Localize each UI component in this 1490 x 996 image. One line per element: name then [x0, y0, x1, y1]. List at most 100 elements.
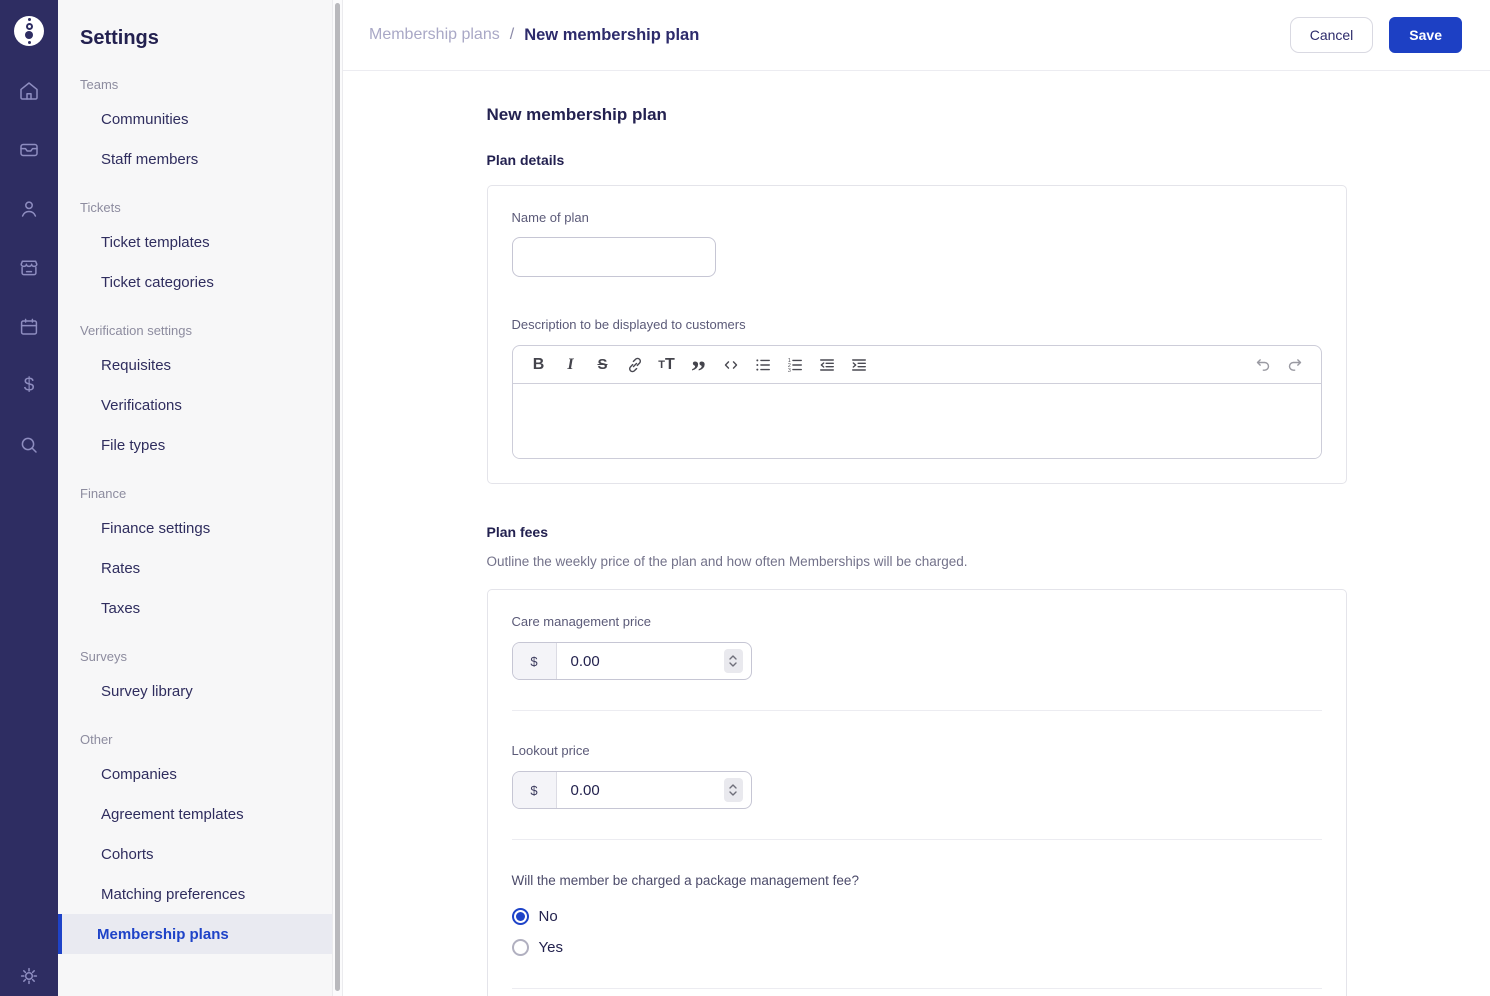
app-logo[interactable] [14, 16, 44, 46]
indent-icon [851, 358, 866, 371]
strikethrough-icon: S [597, 356, 608, 373]
svg-text:3: 3 [787, 368, 790, 374]
ordered-list-icon: 1 2 3 [787, 358, 802, 374]
cancel-button[interactable]: Cancel [1289, 17, 1374, 53]
sidebar-item-companies[interactable]: Companies [58, 754, 332, 794]
divider [511, 839, 1322, 840]
radio-selected-icon[interactable] [511, 908, 529, 925]
package-fee-option-no[interactable]: No [511, 908, 1322, 925]
finance-nav-button[interactable]: $ [17, 374, 41, 398]
name-of-plan-label: Name of plan [511, 210, 589, 225]
main-panel: Membership plans / New membership plan C… [343, 0, 1490, 996]
sidebar-item-cohorts[interactable]: Cohorts [58, 834, 332, 874]
care-management-price-label: Care management price [511, 614, 651, 629]
sidebar-item-requisites[interactable]: Requisites [58, 345, 332, 385]
strikethrough-button[interactable]: S [587, 351, 619, 379]
undo-icon [1256, 358, 1269, 371]
lookout-price-label: Lookout price [511, 743, 590, 758]
sidebar-scrollbar-thumb[interactable] [335, 3, 340, 991]
bullet-list-button[interactable] [747, 351, 779, 379]
home-nav-button[interactable] [17, 79, 41, 103]
link-button[interactable] [619, 351, 651, 379]
home-icon [20, 82, 38, 100]
logo-dot [27, 18, 31, 22]
inbox-icon [20, 143, 38, 157]
blockquote-button[interactable]: ” [683, 351, 715, 388]
description-input-area[interactable] [512, 384, 1321, 458]
search-icon [21, 437, 37, 453]
care-management-price-input[interactable] [556, 652, 724, 670]
chevron-down-icon [729, 662, 737, 667]
sidebar-item-verifications[interactable]: Verifications [58, 385, 332, 425]
chevron-down-icon [729, 791, 737, 796]
redo-icon [1288, 358, 1301, 371]
lookout-price-stepper[interactable] [723, 778, 743, 802]
logo-dot [25, 31, 33, 40]
divider [511, 710, 1322, 711]
radio-label-yes: Yes [538, 939, 563, 956]
text-size-button[interactable]: TT [651, 351, 683, 379]
care-price-stepper[interactable] [723, 649, 743, 673]
currency-symbol: $ [512, 643, 557, 679]
editor-toolbar: B I S TT ” 1 2 3 [512, 346, 1321, 388]
sidebar-item-ticket-templates[interactable]: Ticket templates [58, 222, 332, 262]
package-fee-option-yes[interactable]: Yes [511, 939, 1322, 956]
name-of-plan-input[interactable] [511, 237, 716, 277]
sidebar-item-ticket-categories[interactable]: Ticket categories [58, 262, 332, 302]
search-nav-button[interactable] [17, 433, 41, 457]
sidebar-item-communities[interactable]: Communities [58, 99, 332, 139]
outdent-button[interactable] [811, 351, 843, 379]
blockquote-icon: ” [691, 354, 706, 388]
page-header: Membership plans / New membership plan C… [343, 0, 1490, 71]
sidebar-item-matching-preferences[interactable]: Matching preferences [58, 874, 332, 914]
chevron-up-icon [729, 784, 737, 789]
code-button[interactable] [715, 351, 747, 379]
undo-button[interactable] [1247, 351, 1279, 379]
indent-button[interactable] [843, 351, 875, 379]
settings-nav-button[interactable] [17, 964, 41, 988]
description-label: Description to be displayed to customers [511, 317, 746, 332]
radio-label-no: No [538, 908, 558, 925]
italic-icon: I [567, 355, 574, 373]
page-content: New membership plan Plan details Name of… [343, 72, 1490, 996]
ordered-list-button[interactable]: 1 2 3 [779, 351, 811, 379]
dollar-icon: $ [23, 375, 35, 396]
plan-details-card: Name of plan Description to be displayed… [486, 185, 1347, 484]
bold-button[interactable]: B [523, 351, 555, 379]
outdent-icon [819, 358, 834, 371]
store-icon [20, 260, 38, 276]
breadcrumb-parent-link[interactable]: Membership plans [369, 26, 500, 44]
inbox-nav-button[interactable] [17, 138, 41, 162]
person-icon [21, 201, 37, 217]
lookout-price-field: $ [511, 771, 752, 809]
code-icon [724, 360, 737, 369]
radio-unselected-icon[interactable] [511, 939, 529, 956]
header-actions: Cancel Save [1289, 17, 1462, 53]
sidebar-item-taxes[interactable]: Taxes [58, 588, 332, 628]
sidebar-item-agreement-templates[interactable]: Agreement templates [58, 794, 332, 834]
description-rich-text-editor: B I S TT ” 1 2 3 [511, 345, 1322, 459]
currency-symbol: $ [512, 772, 557, 808]
sidebar-item-membership-plans[interactable]: Membership plans [58, 914, 332, 954]
logo-ring [25, 22, 33, 30]
redo-button[interactable] [1279, 351, 1311, 379]
store-nav-button[interactable] [17, 256, 41, 280]
lookout-price-input[interactable] [556, 781, 724, 799]
italic-button[interactable]: I [555, 351, 587, 379]
plan-fees-card: Care management price $ Lookout price $ [486, 589, 1347, 996]
nav-rail: $ [0, 0, 58, 996]
save-button[interactable]: Save [1389, 17, 1462, 53]
sidebar-item-staff-members[interactable]: Staff members [58, 139, 332, 179]
calendar-icon [20, 318, 38, 335]
section-label-other: Other [80, 732, 113, 747]
sidebar-item-survey-library[interactable]: Survey library [58, 671, 332, 711]
sidebar-item-finance-settings[interactable]: Finance settings [58, 508, 332, 548]
section-label-tickets: Tickets [80, 200, 121, 215]
text-size-icon: T [658, 358, 665, 371]
people-nav-button[interactable] [17, 197, 41, 221]
calendar-nav-button[interactable] [17, 315, 41, 339]
sidebar-scrollbar[interactable] [332, 0, 343, 996]
sidebar-item-file-types[interactable]: File types [58, 425, 332, 465]
sidebar-title: Settings [80, 27, 159, 49]
sidebar-item-rates[interactable]: Rates [58, 548, 332, 588]
